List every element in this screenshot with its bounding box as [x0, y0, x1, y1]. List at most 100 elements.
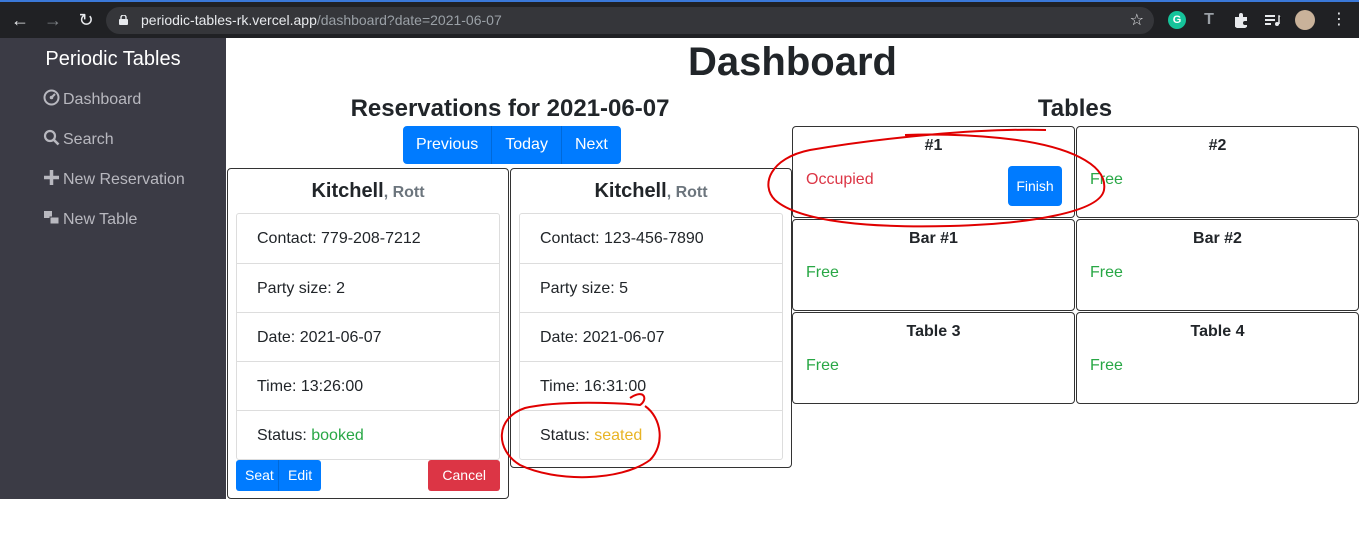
last-name: Kitchell — [311, 180, 384, 202]
date-label: Date: — [257, 329, 300, 346]
sidebar-item-new-table[interactable]: New Table — [43, 209, 137, 233]
url-host: periodic-tables-rk.vercel.app — [141, 12, 317, 28]
time-label: Time: — [257, 378, 301, 395]
time-label: Time: — [540, 378, 584, 395]
profile-avatar[interactable] — [1295, 10, 1315, 30]
media-queue-icon[interactable] — [1263, 11, 1281, 29]
time-value: 13:26:00 — [300, 378, 364, 395]
time-row: Time: 16:31:00 — [520, 361, 782, 410]
party-size-value: 5 — [619, 280, 629, 297]
sidebar-item-search[interactable]: Search — [43, 129, 114, 153]
party-size-label: Party size: — [540, 280, 620, 297]
table-name: #1 — [924, 137, 943, 154]
sidebar-item-label: New Table — [63, 211, 138, 228]
seat-button[interactable]: Seat — [236, 460, 283, 491]
dashboard-icon — [43, 89, 60, 106]
reload-icon[interactable]: ↻ — [75, 9, 97, 31]
back-arrow-icon[interactable]: ← — [9, 9, 31, 31]
url-path: /dashboard?date=2021-06-07 — [316, 12, 502, 28]
table-name: #2 — [1208, 137, 1227, 154]
reservation-details: Contact: 123-456-7890 Party size: 5 Date… — [519, 213, 783, 460]
edit-button[interactable]: Edit — [278, 460, 322, 491]
table-status: Free — [806, 357, 839, 374]
browser-toolbar: ← → ↻ periodic-tables-rk.vercel.app/dash… — [0, 0, 1359, 38]
status-row: Status: seated — [520, 410, 782, 459]
grammarly-icon[interactable]: G — [1168, 11, 1186, 29]
table-name: Table 4 — [1190, 323, 1245, 340]
url-text: periodic-tables-rk.vercel.app/dashboard?… — [141, 12, 502, 28]
reservation-name: Kitchell, Rott — [228, 169, 508, 213]
table-status: Occupied — [806, 171, 874, 188]
last-name: Kitchell — [594, 180, 667, 202]
cancel-button[interactable]: Cancel — [428, 460, 500, 491]
date-value: 2021-06-07 — [582, 329, 665, 346]
table-status: Free — [806, 264, 839, 281]
table-card: #2 Free — [1076, 126, 1359, 218]
finish-button[interactable]: Finish — [1008, 166, 1062, 206]
party-size-row: Party size: 2 — [237, 263, 499, 312]
previous-button[interactable]: Previous — [403, 126, 492, 164]
search-icon — [43, 129, 60, 146]
contact-label: Contact: — [540, 230, 605, 247]
status-value: booked — [311, 427, 364, 444]
date-row: Date: 2021-06-07 — [520, 312, 782, 361]
contact-label: Contact: — [257, 230, 322, 247]
tables-heading: Tables — [1037, 95, 1113, 122]
first-name: , Rott — [383, 184, 425, 201]
menu-kebab-icon[interactable]: ⋮ — [1328, 9, 1350, 31]
lock-icon — [119, 15, 128, 25]
table-icon — [44, 211, 60, 225]
table-name: Table 3 — [906, 323, 961, 340]
reservation-details: Contact: 779-208-7212 Party size: 2 Date… — [236, 213, 500, 460]
bookmark-star-icon[interactable]: ☆ — [1130, 10, 1144, 30]
contact-value: 123-456-7890 — [604, 230, 704, 247]
reservation-actions: Seat Edit Cancel — [228, 460, 508, 500]
date-row: Date: 2021-06-07 — [237, 312, 499, 361]
status-row: Status: booked — [237, 410, 499, 459]
brand-title[interactable]: Periodic Tables — [0, 48, 226, 71]
contact-row: Contact: 123-456-7890 — [520, 214, 782, 263]
reservation-card: Kitchell, Rott Contact: 779-208-7212 Par… — [227, 168, 509, 499]
plus-icon — [44, 170, 59, 185]
table-status: Free — [1090, 171, 1123, 188]
page-title: Dashboard — [688, 40, 897, 84]
sidebar-item-label: New Reservation — [63, 171, 185, 188]
next-button[interactable]: Next — [560, 126, 621, 164]
party-size-row: Party size: 5 — [520, 263, 782, 312]
table-card: #1 Occupied Finish — [792, 126, 1075, 218]
reservation-name: Kitchell, Rott — [511, 169, 791, 213]
date-value: 2021-06-07 — [299, 329, 382, 346]
table-card: Bar #1 Free — [792, 219, 1075, 311]
extension-t-icon[interactable]: T — [1200, 11, 1218, 29]
table-name: Bar #1 — [909, 230, 958, 247]
sidebar-item-label: Dashboard — [63, 91, 142, 108]
status-value: seated — [594, 427, 643, 444]
date-nav-group: Previous Today Next — [403, 126, 621, 164]
today-button[interactable]: Today — [491, 126, 561, 164]
first-name: , Rott — [666, 184, 708, 201]
sidebar: Periodic Tables Dashboard Search New Res… — [0, 38, 226, 499]
table-card: Table 4 Free — [1076, 312, 1359, 404]
contact-row: Contact: 779-208-7212 — [237, 214, 499, 263]
time-row: Time: 13:26:00 — [237, 361, 499, 410]
party-size-label: Party size: — [257, 280, 337, 297]
sidebar-item-dashboard[interactable]: Dashboard — [43, 89, 141, 113]
table-card: Bar #2 Free — [1076, 219, 1359, 311]
reservations-heading: Reservations for 2021-06-07 — [350, 95, 670, 122]
address-bar[interactable]: periodic-tables-rk.vercel.app/dashboard?… — [106, 7, 1154, 34]
contact-value: 779-208-7212 — [321, 230, 421, 247]
date-label: Date: — [540, 329, 583, 346]
forward-arrow-icon[interactable]: → — [42, 9, 64, 31]
table-card: Table 3 Free — [792, 312, 1075, 404]
reservation-card: Kitchell, Rott Contact: 123-456-7890 Par… — [510, 168, 792, 468]
status-label: Status: — [257, 427, 312, 444]
puzzle-icon[interactable] — [1232, 11, 1250, 29]
status-label: Status: — [540, 427, 595, 444]
table-status: Free — [1090, 264, 1123, 281]
party-size-value: 2 — [336, 280, 346, 297]
table-status: Free — [1090, 357, 1123, 374]
table-name: Bar #2 — [1193, 230, 1242, 247]
time-value: 16:31:00 — [583, 378, 647, 395]
sidebar-item-label: Search — [63, 131, 114, 148]
sidebar-item-new-reservation[interactable]: New Reservation — [43, 169, 185, 193]
